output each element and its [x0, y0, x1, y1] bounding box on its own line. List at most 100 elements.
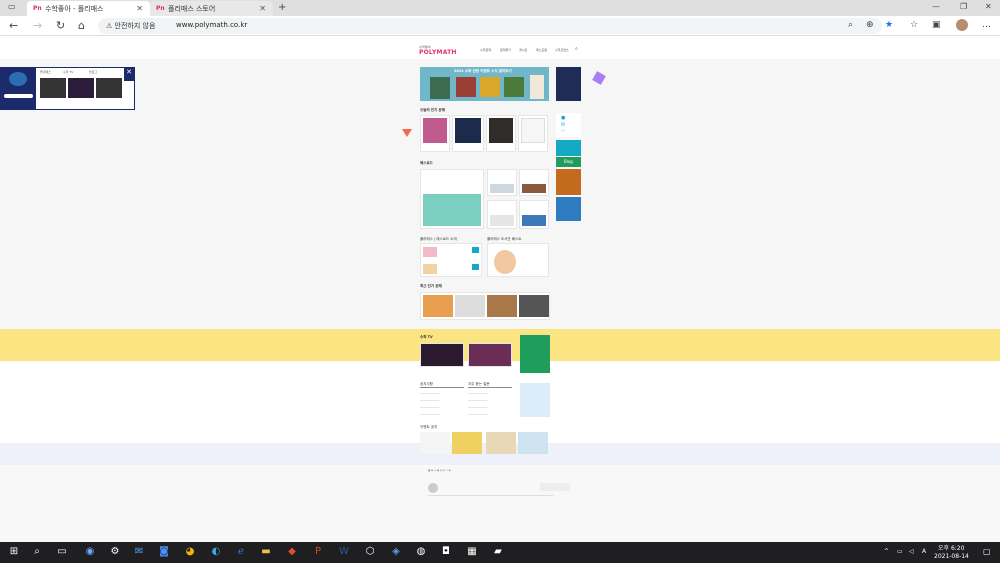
refresh-icon[interactable]: ↻	[56, 19, 65, 32]
section-title-mathtv: 수학 TV	[420, 335, 433, 339]
clock-date[interactable]: 2021-08-14	[934, 553, 969, 560]
tray-chevron-icon[interactable]: ^	[884, 548, 889, 555]
main-banner[interactable]: 2021 수학 관련 이벤트 소식 알아보기	[420, 67, 549, 101]
app-icon[interactable]: ◆	[286, 546, 298, 558]
more-menu-icon[interactable]: …	[982, 20, 991, 30]
qna-list[interactable]: ───────────── ───────────── ───────────── ─…	[468, 390, 488, 418]
nav-item-forum[interactable]: 매스포럼	[536, 48, 547, 52]
side-banner-orange[interactable]	[556, 169, 581, 195]
paint-icon[interactable]: ◈	[390, 546, 402, 558]
search-icon[interactable]: ⌕	[848, 20, 853, 30]
camera-icon[interactable]: ◘	[440, 546, 452, 558]
tab-actions-icon[interactable]: ▭	[8, 2, 16, 11]
side-banner-blue[interactable]	[556, 197, 581, 221]
headset-icon[interactable]: ◠	[561, 129, 565, 135]
new-tab-icon[interactable]: +	[278, 2, 286, 13]
popup-thumb[interactable]	[96, 78, 122, 98]
clock-time[interactable]: 오후 6:20	[938, 543, 964, 552]
windows-start-icon[interactable]: ⊞	[8, 546, 20, 558]
mail-icon[interactable]: ✉	[133, 546, 145, 558]
side-ad-green[interactable]	[520, 335, 550, 373]
webzine-card[interactable]	[487, 200, 517, 229]
powerpoint-icon[interactable]: P	[312, 546, 324, 558]
side-ad-light[interactable]	[520, 383, 550, 417]
edge-icon[interactable]: ◐	[210, 546, 222, 558]
event-card[interactable]	[486, 432, 516, 454]
network-icon[interactable]: ▭	[897, 548, 903, 555]
url-bar[interactable]: ⚠ 안전하지 않음 www.polymath.co.kr ⌕ ⊕	[98, 18, 882, 34]
event-card[interactable]	[420, 432, 450, 454]
popup-thumb[interactable]	[68, 78, 94, 98]
library-card[interactable]	[487, 243, 549, 277]
webzine-card[interactable]	[519, 169, 549, 196]
notes-icon[interactable]: ▰	[492, 546, 504, 558]
settings-icon[interactable]: ⚙	[109, 546, 121, 558]
calculator-icon[interactable]: ▦	[466, 546, 478, 558]
mail-icon[interactable]: ✉	[561, 122, 565, 128]
recommended-thumb[interactable]	[519, 295, 549, 317]
favorites-icon[interactable]: ☆	[910, 20, 918, 30]
notice-list[interactable]: ───────────── ───────────── ───────────── ─…	[420, 390, 440, 418]
chrome-icon[interactable]: ◕	[184, 546, 196, 558]
paint-palette-icon[interactable]: ◍	[415, 546, 427, 558]
recommended-thumb[interactable]	[487, 295, 517, 317]
nav-item-problems[interactable]: 수학문제	[480, 48, 491, 52]
avatar[interactable]	[956, 19, 968, 31]
recommended-thumb[interactable]	[455, 295, 485, 317]
popup-close-button[interactable]: ✕	[124, 68, 134, 81]
tab-store[interactable]: Pn 폴리매스 스토어 ✕	[150, 1, 273, 16]
internet-explorer-icon[interactable]: ℯ	[235, 546, 247, 558]
webzine-card[interactable]	[519, 200, 549, 229]
webzine-main-card[interactable]	[420, 169, 484, 229]
forward-icon[interactable]: →	[33, 19, 42, 32]
minimize-icon[interactable]: —	[932, 2, 940, 11]
restore-icon[interactable]: ❐	[960, 2, 967, 11]
3d-viewer-icon[interactable]: ⬡	[364, 546, 376, 558]
url-text[interactable]: www.polymath.co.kr	[176, 21, 247, 29]
event-card[interactable]	[518, 432, 548, 454]
search-icon[interactable]: ⌕	[31, 546, 43, 558]
site-logo[interactable]: 수학좋아 POLYMATH	[419, 45, 457, 56]
recommended-thumb[interactable]	[423, 295, 453, 317]
favorite-star-icon[interactable]: ★	[885, 20, 893, 30]
problem-card[interactable]	[452, 115, 484, 152]
ime-indicator[interactable]: A	[922, 548, 926, 555]
home-icon[interactable]: ⌂	[78, 19, 85, 32]
popup-thumb[interactable]	[40, 78, 66, 98]
popup-tab[interactable]: 블로그	[89, 70, 97, 74]
problem-card[interactable]	[518, 115, 548, 152]
file-explorer-icon[interactable]: ▬	[260, 546, 272, 558]
close-window-icon[interactable]: ✕	[985, 2, 992, 11]
tab-polymath[interactable]: Pn 수학좋아 - 폴리매스 ✕	[27, 1, 150, 16]
close-tab-icon[interactable]: ✕	[136, 4, 143, 13]
chat-icon[interactable]: ●	[561, 115, 565, 121]
close-tab-icon[interactable]: ✕	[259, 4, 266, 13]
side-social-icons[interactable]: ● ✉ ◠	[556, 113, 581, 137]
nav-item-solve[interactable]: 문제풀기	[500, 48, 511, 52]
back-icon[interactable]: ←	[9, 19, 18, 32]
video-card[interactable]	[420, 343, 464, 367]
side-blog-link[interactable]: Blog	[556, 157, 581, 167]
zoom-icon[interactable]: ◙	[158, 546, 170, 558]
notification-icon[interactable]: ▢	[983, 547, 991, 556]
collections-icon[interactable]: ▣	[932, 20, 941, 30]
problem-card[interactable]	[420, 115, 450, 152]
search-icon[interactable]: ⌕	[575, 46, 578, 52]
side-banner-teal[interactable]	[556, 140, 581, 156]
nav-item-board[interactable]: 게시판	[519, 48, 527, 52]
task-view-icon[interactable]: ▭	[56, 546, 68, 558]
popup-profile-panel[interactable]	[1, 68, 36, 110]
popup-tab[interactable]: 수학 TV	[63, 70, 73, 74]
cortana-icon[interactable]: ◉	[84, 546, 96, 558]
zoom-icon[interactable]: ⊕	[866, 20, 874, 30]
webzine-card[interactable]	[487, 169, 517, 196]
nav-item-contents[interactable]: 수학콘텐츠	[555, 48, 569, 52]
popup-tab[interactable]: 폴리매스	[40, 70, 51, 74]
video-card[interactable]	[468, 343, 512, 367]
event-card[interactable]	[452, 432, 482, 454]
problem-card[interactable]	[486, 115, 516, 152]
side-ad-book[interactable]	[556, 67, 581, 101]
word-icon[interactable]: W	[338, 546, 350, 558]
talk-list[interactable]	[420, 243, 482, 277]
volume-icon[interactable]: ◁	[909, 548, 914, 555]
